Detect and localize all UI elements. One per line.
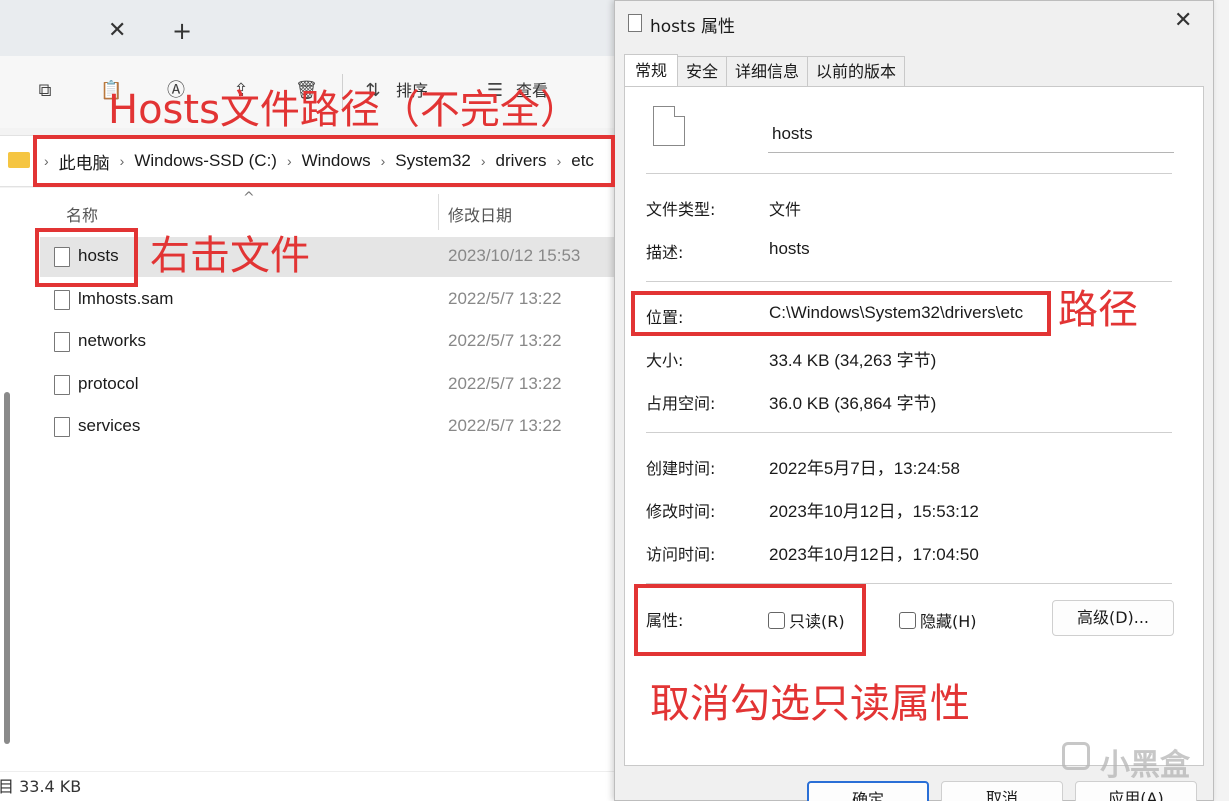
advanced-button[interactable]: 高级(D)... xyxy=(1052,600,1174,636)
copy-icon[interactable]: ⧉ xyxy=(34,80,56,102)
file-icon xyxy=(653,106,685,146)
file-name: services xyxy=(78,416,141,435)
new-tab-icon[interactable]: + xyxy=(172,19,192,43)
dialog-tabs: 常规 安全 详细信息 以前的版本 xyxy=(624,54,906,86)
annotation-box-readonly xyxy=(634,584,866,656)
created-value: 2022年5月7日，13:24:58 xyxy=(769,459,960,478)
size-label: 大小: xyxy=(646,351,684,370)
column-header-date[interactable]: 修改日期 xyxy=(448,202,512,226)
file-date: 2022/5/7 13:22 xyxy=(448,416,562,435)
tab-general[interactable]: 常规 xyxy=(624,54,679,86)
status-text: 项目 33.4 KB xyxy=(0,777,82,796)
checkbox-box[interactable] xyxy=(899,611,916,629)
tab-security[interactable]: 安全 xyxy=(677,56,728,86)
file-name: lmhosts.sam xyxy=(78,289,174,308)
file-row-protocol[interactable]: protocol 2022/5/7 13:22 xyxy=(40,365,620,405)
file-icon xyxy=(54,332,70,352)
cancel-button[interactable]: 取消 xyxy=(941,781,1063,801)
disk-size-label: 占用空间: xyxy=(646,394,716,413)
file-date: 2022/5/7 13:22 xyxy=(448,374,562,393)
modified-label: 修改时间: xyxy=(646,502,716,521)
annotation-box-path xyxy=(33,135,615,187)
disk-size-value: 36.0 KB (36,864 字节) xyxy=(769,394,937,413)
accessed-value: 2023年10月12日，17:04:50 xyxy=(769,545,979,564)
created-label: 创建时间: xyxy=(646,459,716,478)
file-icon xyxy=(628,14,642,32)
navigation-scrollbar[interactable] xyxy=(4,392,10,744)
file-date: 2022/5/7 13:22 xyxy=(448,289,562,308)
tab-previous-versions[interactable]: 以前的版本 xyxy=(807,56,906,86)
tab-details[interactable]: 详细信息 xyxy=(726,56,809,86)
annotation-path: 路径 xyxy=(1058,287,1138,333)
file-date: 2023/10/12 15:53 xyxy=(448,246,581,265)
apply-button[interactable]: 应用(A) xyxy=(1075,781,1197,801)
sort-ascending-icon: ^ xyxy=(243,190,255,206)
ok-button[interactable]: 确定 xyxy=(807,781,929,801)
file-icon xyxy=(54,417,70,437)
file-icon xyxy=(54,290,70,310)
file-type-label: 文件类型: xyxy=(646,200,716,219)
description-value: hosts xyxy=(769,239,810,258)
file-name-field[interactable] xyxy=(768,115,1174,153)
column-divider[interactable] xyxy=(438,194,439,230)
hidden-checkbox[interactable]: 隐藏(H) xyxy=(899,610,977,631)
close-icon[interactable]: ✕ xyxy=(1174,10,1192,32)
tab-bar xyxy=(0,0,620,56)
size-value: 33.4 KB (34,263 字节) xyxy=(769,351,937,370)
divider xyxy=(646,432,1172,433)
watermark: 小黑盒 xyxy=(1100,748,1190,783)
dialog-title: hosts 属性 xyxy=(650,17,735,37)
file-row-networks[interactable]: networks 2022/5/7 13:22 xyxy=(40,322,620,362)
watermark-logo xyxy=(1062,742,1090,770)
description-label: 描述: xyxy=(646,243,684,262)
folder-icon xyxy=(8,152,30,168)
hidden-label: 隐藏(H) xyxy=(920,612,977,631)
file-date: 2022/5/7 13:22 xyxy=(448,331,562,350)
file-name: networks xyxy=(78,331,147,350)
annotation-box-hosts xyxy=(35,228,138,287)
annotation-hosts-path: Hosts文件路径（不完全） xyxy=(108,87,580,133)
annotation-uncheck-readonly: 取消勾选只读属性 xyxy=(650,681,970,727)
divider xyxy=(646,281,1172,282)
annotation-box-location xyxy=(631,291,1051,336)
status-bar xyxy=(0,771,620,801)
close-tab-icon[interactable]: ✕ xyxy=(108,20,126,42)
file-type-value: 文件 xyxy=(769,200,802,219)
file-name: protocol xyxy=(78,374,139,393)
divider xyxy=(646,173,1172,174)
file-row-services[interactable]: services 2022/5/7 13:22 xyxy=(40,407,620,447)
modified-value: 2023年10月12日，15:53:12 xyxy=(769,502,979,521)
column-header-name[interactable]: 名称 xyxy=(66,202,98,226)
annotation-right-click: 右击文件 xyxy=(150,233,310,279)
file-icon xyxy=(54,375,70,395)
accessed-label: 访问时间: xyxy=(646,545,716,564)
general-tab-panel xyxy=(624,86,1204,766)
